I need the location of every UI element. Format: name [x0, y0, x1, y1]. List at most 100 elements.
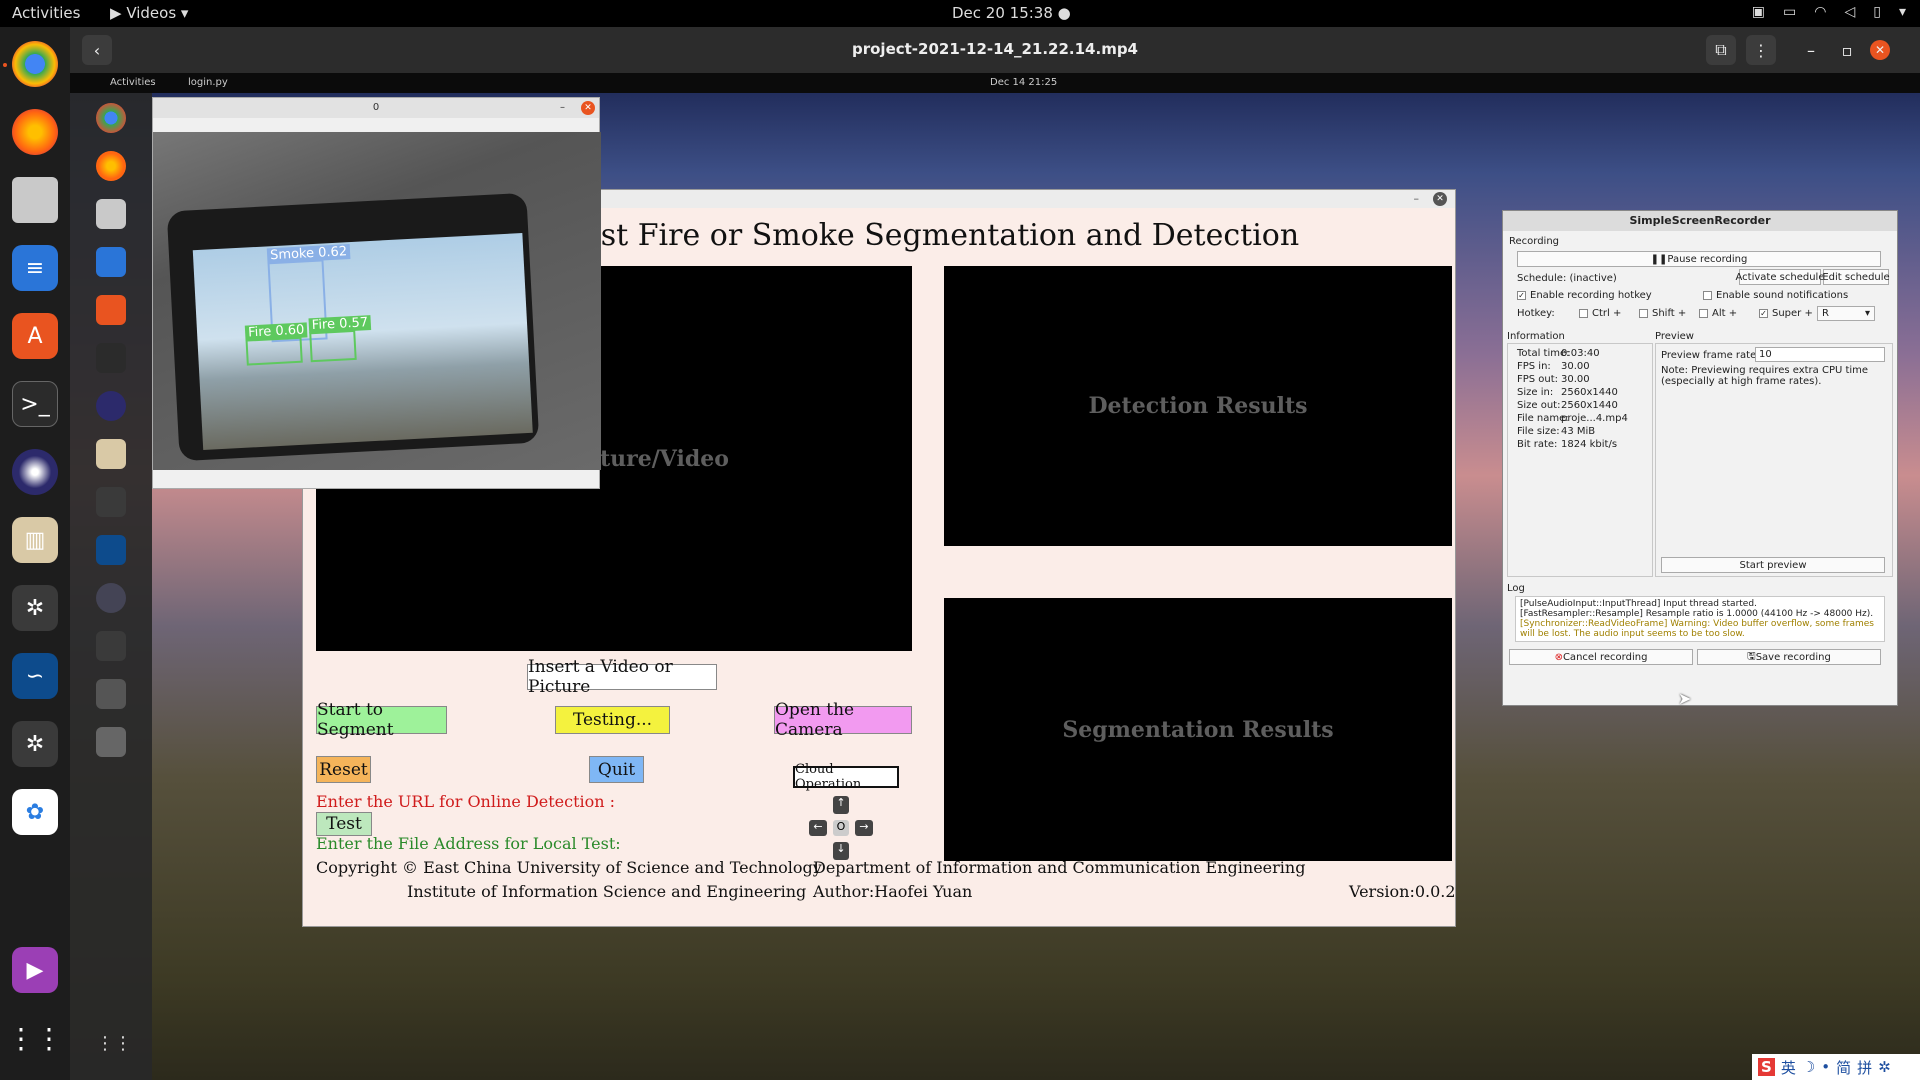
video-frame[interactable]: Activities login.py Dec 14 21:25 ⋮⋮ – ✕ … [70, 73, 1920, 1080]
chrome-icon [96, 103, 126, 133]
simplescreenrecorder-window: SimpleScreenRecorder Recording ❚❚ Pause r… [1502, 210, 1898, 706]
tablet-screen: Smoke 0.62 Fire 0.60 Fire 0.57 [192, 233, 533, 451]
testing-button[interactable]: Testing... [555, 706, 670, 734]
dpad-left-button[interactable]: ← [809, 820, 827, 836]
firefox-icon[interactable] [12, 109, 58, 155]
log-line: [FastResampler::Resample] Resample ratio… [1520, 609, 1874, 619]
shift-checkbox[interactable] [1639, 309, 1648, 318]
sogou-icon: S [1758, 1058, 1775, 1076]
close-icon[interactable]: ✕ [581, 101, 595, 115]
screen-icon: ⧉ [1715, 40, 1727, 59]
book-icon[interactable]: ▥ [12, 517, 58, 563]
ime-english-toggle[interactable]: 英 [1781, 1057, 1796, 1078]
super-checkbox[interactable]: ✓ [1759, 309, 1768, 318]
cv-window-title: 0 [372, 102, 380, 113]
chevron-down-icon: ▾ [176, 4, 189, 22]
videos-icon[interactable]: ▶ [12, 947, 58, 993]
maximize-icon: ▫ [1841, 40, 1853, 60]
pause-recording-button[interactable]: ❚❚ Pause recording [1517, 251, 1881, 267]
terminal-icon[interactable]: >_ [12, 381, 58, 427]
software-icon[interactable]: A [12, 313, 58, 359]
moon-icon[interactable]: ☽ [1802, 1058, 1815, 1076]
save-recording-button[interactable]: 🖫 Save recording [1697, 649, 1881, 665]
camera-app-icon [96, 583, 126, 613]
insert-media-button[interactable]: Insert a Video or Picture [527, 657, 717, 697]
minimize-icon[interactable]: – [560, 98, 565, 118]
fullscreen-button[interactable]: ⧉ [1706, 35, 1736, 65]
close-icon: ✕ [1874, 43, 1886, 57]
close-icon[interactable]: ✕ [1433, 192, 1447, 206]
window-title: project-2021-12-14_21.22.14.mp4 [851, 40, 1138, 58]
log-line: [PulseAudioInput::InputThread] Input thr… [1520, 599, 1757, 609]
punctuation-toggle[interactable]: • [1821, 1058, 1830, 1076]
chrome-icon[interactable] [12, 41, 58, 87]
input-method-toolbar[interactable]: S 英 ☽ • 简 拼 ✲ [1752, 1054, 1920, 1080]
preview-rate-input[interactable]: 10 [1755, 347, 1885, 362]
quit-button[interactable]: Quit [589, 756, 644, 783]
writer-icon[interactable]: ≡ [12, 245, 58, 291]
enable-sound-checkbox[interactable] [1703, 291, 1712, 300]
test-button[interactable]: Test [316, 812, 372, 836]
segmentation-results-label: Segmentation Results [1062, 716, 1334, 743]
header-bar: ‹ project-2021-12-14_21.22.14.mp4 ⧉ ⋮ – … [70, 27, 1920, 73]
enable-sound-label: Enable sound notifications [1716, 290, 1849, 301]
mysql-icon[interactable]: ∽ [12, 653, 58, 699]
clock-label: Dec 20 15:38 [952, 4, 1053, 22]
info-key: File size: [1517, 426, 1560, 437]
start-preview-button[interactable]: Start preview [1661, 557, 1885, 573]
network-icon[interactable]: ✲ [12, 721, 58, 767]
software-icon [96, 295, 126, 325]
eclipse-icon [96, 391, 126, 421]
app-menu-label: Videos [126, 4, 177, 22]
reset-button[interactable]: Reset [316, 756, 371, 783]
settings-icon[interactable]: ✲ [1878, 1058, 1891, 1076]
info-value: 43 MiB [1561, 426, 1596, 437]
enable-hotkey-label: Enable recording hotkey [1530, 290, 1652, 301]
desktop: Activities ▶ Videos ▾ Dec 20 15:38 ● ▣ ▭… [0, 0, 1920, 1080]
hotkey-label: Hotkey: [1517, 308, 1555, 319]
minimize-button[interactable]: – [1796, 35, 1826, 65]
network-icon[interactable]: ✲ [12, 585, 58, 631]
app-menu[interactable]: ▶ Videos ▾ [110, 4, 188, 22]
cancel-recording-button[interactable]: ⊗ Cancel recording [1509, 649, 1693, 665]
screenshot-icon: ▣ [1751, 4, 1766, 20]
start-segment-button[interactable]: Start to Segment [316, 700, 447, 740]
dpad-up-button[interactable]: ↑ [833, 796, 849, 814]
detection-results-label: Detection Results [1088, 393, 1308, 419]
url-prompt: Enter the URL for Online Detection : [316, 792, 616, 811]
activities-button[interactable]: Activities [12, 4, 80, 22]
info-value: 0:03:40 [1561, 348, 1600, 359]
enable-hotkey-checkbox[interactable]: ✓ [1517, 291, 1526, 300]
pinyin-toggle[interactable]: 拼 [1857, 1057, 1872, 1078]
minimize-icon[interactable]: – [1414, 192, 1420, 205]
app-grid-icon[interactable]: ⋮⋮ [7, 1015, 63, 1061]
files-icon[interactable] [12, 177, 58, 223]
mysql-icon [96, 535, 126, 565]
opencv-window: 0 – ✕ Smoke 0.62 Fire 0.60 Fire 0.57 [152, 97, 601, 489]
activate-schedule-button[interactable]: Activate schedule [1736, 269, 1825, 285]
baidu-icon[interactable]: ✿ [12, 789, 58, 835]
shift-label: Shift + [1652, 308, 1687, 319]
ctrl-checkbox[interactable] [1579, 309, 1588, 318]
recorded-dock: ⋮⋮ [70, 93, 152, 1080]
chevron-down-icon: ▾ [1864, 308, 1870, 319]
edit-schedule-button[interactable]: Edit schedule [1822, 269, 1890, 285]
alt-checkbox[interactable] [1699, 309, 1708, 318]
hotkey-key-select[interactable]: R ▾ [1817, 306, 1875, 321]
system-tray[interactable]: ▣ ▭ ◠ ◁ ▯ ▾ [1752, 4, 1906, 20]
eclipse-icon[interactable] [12, 449, 58, 495]
open-camera-button[interactable]: Open the Camera [774, 700, 912, 740]
log-textbox[interactable]: [PulseAudioInput::InputThread] Input thr… [1515, 596, 1885, 642]
close-button[interactable]: ✕ [1870, 40, 1890, 60]
wifi-icon: ◠ [1814, 4, 1827, 20]
smoke-label: Smoke 0.62 [266, 244, 351, 264]
clock[interactable]: Dec 20 15:38 ● [952, 4, 1071, 22]
menu-button[interactable]: ⋮ [1746, 35, 1776, 65]
dock: ≡ A >_ ▥ ✲ ∽ ✲ ✿ ▶ ⋮⋮ [0, 27, 70, 1080]
dpad-center-button[interactable]: O [833, 820, 849, 836]
firefox-icon [96, 151, 126, 181]
network-icon [96, 631, 126, 661]
maximize-button[interactable]: ▫ [1832, 35, 1862, 65]
simplified-toggle[interactable]: 简 [1836, 1057, 1851, 1078]
dpad-right-button[interactable]: → [855, 820, 873, 836]
